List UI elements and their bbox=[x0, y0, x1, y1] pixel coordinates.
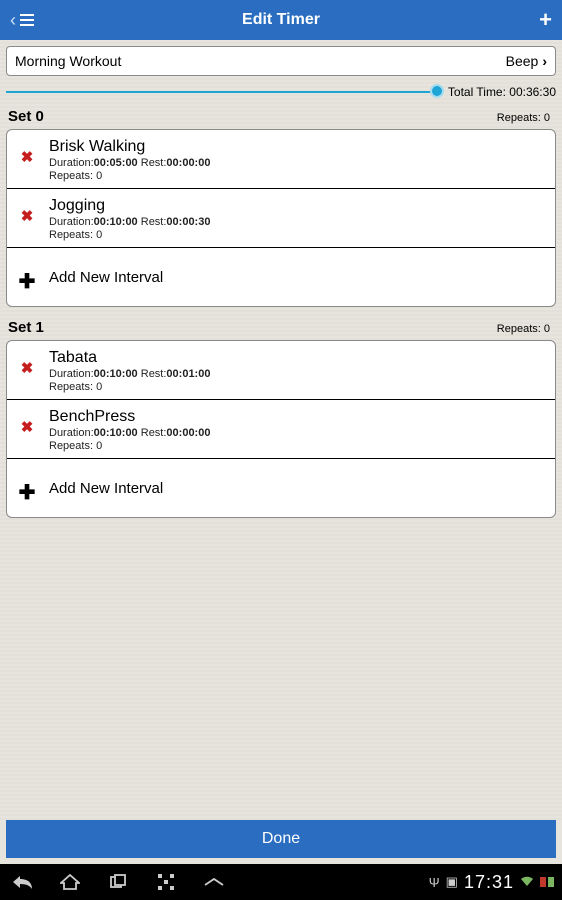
status-icons: Ψ ▣ 17:31 bbox=[429, 872, 554, 893]
add-interval-row[interactable]: ✚ Add New Interval bbox=[7, 459, 555, 517]
interval-meta: Duration:00:10:00 Rest:00:00:30 bbox=[49, 216, 545, 228]
interval-body: TabataDuration:00:10:00 Rest:00:01:00Rep… bbox=[49, 349, 545, 393]
status-clock: 17:31 bbox=[464, 872, 514, 893]
delete-icon: ✖ bbox=[21, 207, 34, 225]
usb-icon: Ψ bbox=[429, 875, 440, 890]
set-card: ✖ Brisk WalkingDuration:00:05:00 Rest:00:… bbox=[6, 129, 556, 307]
sound-label: Beep bbox=[506, 53, 539, 69]
slider-thumb-icon[interactable] bbox=[430, 84, 444, 98]
interval-row[interactable]: ✖ JoggingDuration:00:10:00 Rest:00:00:30R… bbox=[7, 189, 555, 248]
done-button[interactable]: Done bbox=[6, 820, 556, 858]
add-interval-body: Add New Interval bbox=[49, 269, 545, 287]
android-navbar: Ψ ▣ 17:31 bbox=[0, 864, 562, 900]
add-set-button[interactable]: + bbox=[539, 7, 552, 33]
add-interval-button[interactable]: ✚ bbox=[17, 269, 37, 294]
nav-back-button[interactable] bbox=[8, 868, 36, 896]
interval-row[interactable]: ✖ Brisk WalkingDuration:00:05:00 Rest:00:… bbox=[7, 130, 555, 189]
set-card: ✖TabataDuration:00:10:00 Rest:00:01:00Re… bbox=[6, 340, 556, 518]
app-header: ‹ Edit Timer + bbox=[0, 0, 562, 40]
set-header[interactable]: Set 0 Repeats: 0 bbox=[6, 106, 556, 129]
set-repeats: Repeats: 0 bbox=[497, 323, 550, 335]
interval-meta: Duration:00:10:00 Rest:00:01:00 bbox=[49, 368, 545, 380]
interval-row[interactable]: ✖ BenchPressDuration:00:10:00 Rest:00:00:… bbox=[7, 400, 555, 459]
total-time-label: Total Time: 00:36:30 bbox=[448, 85, 556, 99]
interval-name: Brisk Walking bbox=[49, 138, 545, 156]
workout-title-row[interactable]: Morning Workout Beep › bbox=[6, 46, 556, 76]
interval-name: Jogging bbox=[49, 197, 545, 215]
delete-icon: ✖ bbox=[21, 359, 34, 377]
interval-name: BenchPress bbox=[49, 408, 545, 426]
interval-repeats: Repeats: 0 bbox=[49, 381, 545, 393]
nav-expand-button[interactable] bbox=[200, 868, 228, 896]
content-area: Morning Workout Beep › Total Time: 00:36… bbox=[0, 40, 562, 820]
delete-interval-button[interactable]: ✖ bbox=[17, 148, 37, 166]
interval-repeats: Repeats: 0 bbox=[49, 440, 545, 452]
set-title: Set 1 bbox=[8, 319, 44, 336]
delete-interval-button[interactable]: ✖ bbox=[17, 359, 37, 377]
add-interval-body: Add New Interval bbox=[49, 480, 545, 498]
interval-meta: Duration:00:05:00 Rest:00:00:00 bbox=[49, 157, 545, 169]
interval-body: BenchPressDuration:00:10:00 Rest:00:00:0… bbox=[49, 408, 545, 452]
interval-body: Brisk WalkingDuration:00:05:00 Rest:00:0… bbox=[49, 138, 545, 182]
total-time-slider[interactable] bbox=[6, 90, 438, 94]
set-title: Set 0 bbox=[8, 108, 44, 125]
interval-repeats: Repeats: 0 bbox=[49, 170, 545, 182]
add-interval-row[interactable]: ✚ Add New Interval bbox=[7, 248, 555, 306]
nav-home-button[interactable] bbox=[56, 868, 84, 896]
set-header[interactable]: Set 1 Repeats: 0 bbox=[6, 317, 556, 340]
page-title: Edit Timer bbox=[0, 11, 562, 29]
sets-container: Set 0Repeats: 0✖Brisk WalkingDuration:00… bbox=[6, 106, 556, 518]
back-chevron-icon: ‹ bbox=[10, 10, 16, 31]
delete-interval-button[interactable]: ✖ bbox=[17, 418, 37, 436]
delete-icon: ✖ bbox=[21, 418, 34, 436]
add-interval-button[interactable]: ✚ bbox=[17, 480, 37, 505]
plus-icon: ✚ bbox=[19, 480, 36, 505]
interval-body: JoggingDuration:00:10:00 Rest:00:00:30Re… bbox=[49, 197, 545, 241]
storage-icon: ▣ bbox=[446, 874, 458, 890]
delete-icon: ✖ bbox=[21, 148, 34, 166]
total-time-slider-row: Total Time: 00:36:30 bbox=[6, 80, 556, 104]
plus-icon: ✚ bbox=[19, 269, 36, 294]
workout-sound: Beep › bbox=[506, 53, 547, 69]
nav-screenshot-button[interactable] bbox=[152, 868, 180, 896]
nav-recent-button[interactable] bbox=[104, 868, 132, 896]
interval-name: Tabata bbox=[49, 349, 545, 367]
battery-icon bbox=[540, 877, 554, 887]
interval-meta: Duration:00:10:00 Rest:00:00:00 bbox=[49, 427, 545, 439]
workout-name: Morning Workout bbox=[15, 53, 506, 69]
add-interval-label: Add New Interval bbox=[49, 269, 545, 286]
wifi-icon bbox=[520, 875, 534, 890]
interval-row[interactable]: ✖ TabataDuration:00:10:00 Rest:00:01:00Re… bbox=[7, 341, 555, 400]
hamburger-icon bbox=[20, 14, 34, 26]
back-menu-button[interactable]: ‹ bbox=[10, 10, 34, 31]
add-interval-label: Add New Interval bbox=[49, 480, 545, 497]
set-repeats: Repeats: 0 bbox=[497, 112, 550, 124]
chevron-right-icon: › bbox=[542, 53, 547, 69]
interval-repeats: Repeats: 0 bbox=[49, 229, 545, 241]
delete-interval-button[interactable]: ✖ bbox=[17, 207, 37, 225]
plus-icon: + bbox=[539, 7, 552, 32]
